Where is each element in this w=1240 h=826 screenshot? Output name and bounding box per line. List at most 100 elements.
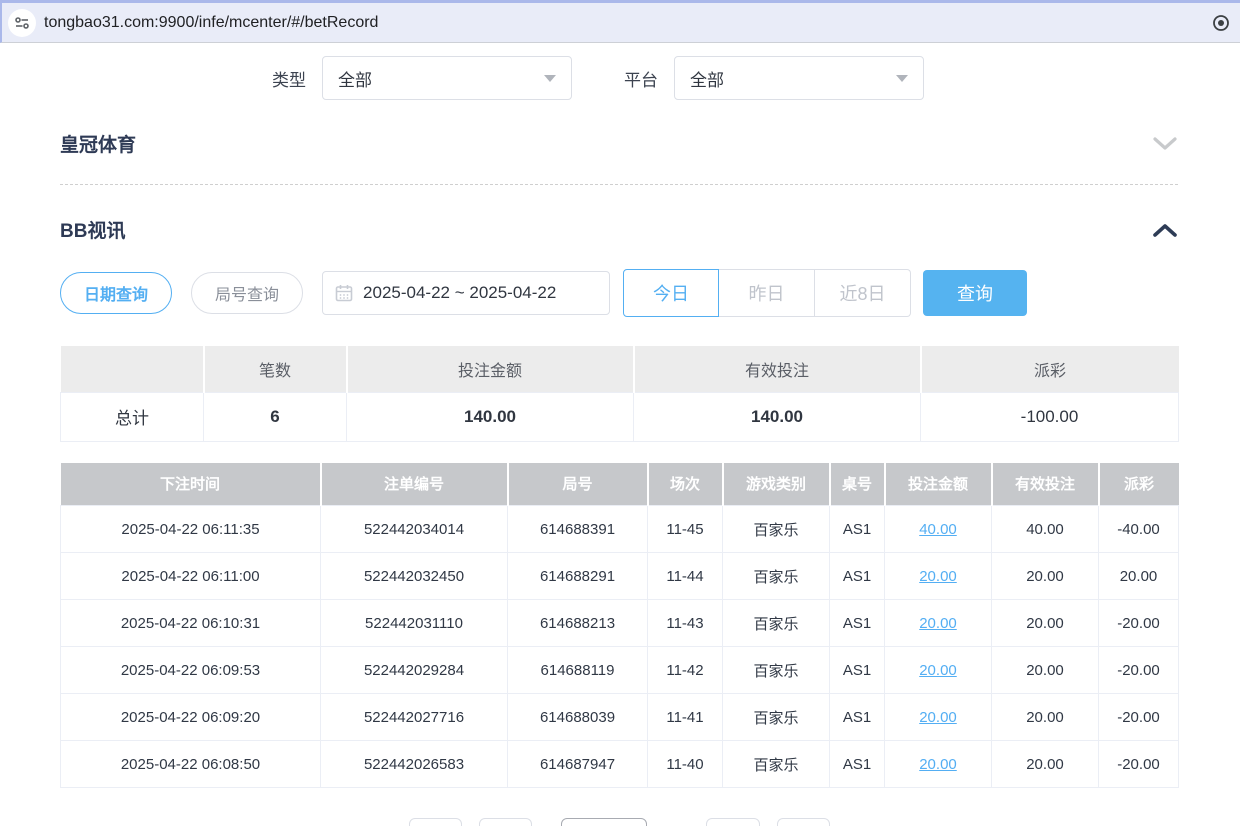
header-game-type: 游戏类别 xyxy=(723,463,830,506)
date-query-tab[interactable]: 日期查询 xyxy=(60,272,172,314)
header-bet-amount: 投注金额 xyxy=(885,463,992,506)
header-valid-bet: 有效投注 xyxy=(992,463,1099,506)
summary-header-row: 笔数 投注金额 有效投注 派彩 xyxy=(61,346,1179,392)
cell-round_no: 614688213 xyxy=(508,600,648,647)
cell-table_no: AS1 xyxy=(830,553,885,600)
header-table-no: 桌号 xyxy=(830,463,885,506)
summary-header-bet-amount: 投注金额 xyxy=(347,346,634,392)
url-text[interactable]: tongbao31.com:9900/infe/mcenter/#/betRec… xyxy=(44,14,1204,32)
cell-bet_time: 2025-04-22 06:11:00 xyxy=(61,553,321,600)
cell-bet_amount: 20.00 xyxy=(885,647,992,694)
bet-amount-link[interactable]: 20.00 xyxy=(919,756,957,773)
pagination-current-page[interactable] xyxy=(561,818,647,826)
cell-bet_time: 2025-04-22 06:09:53 xyxy=(61,647,321,694)
bet-table-body: 2025-04-22 06:11:35522442034014614688391… xyxy=(61,506,1179,788)
chevron-down-icon xyxy=(544,75,556,82)
cell-session: 11-41 xyxy=(648,694,723,741)
summary-bet-amount: 140.00 xyxy=(347,392,634,441)
cell-session: 11-44 xyxy=(648,553,723,600)
summary-valid-bet: 140.00 xyxy=(634,392,921,441)
browser-address-bar: tongbao31.com:9900/infe/mcenter/#/betRec… xyxy=(0,0,1240,43)
bet-record-table: 下注时间 注单编号 局号 场次 游戏类别 桌号 投注金额 有效投注 派彩 202… xyxy=(60,463,1179,789)
pagination xyxy=(60,818,1178,826)
cell-valid_bet: 20.00 xyxy=(992,741,1099,788)
cell-payout: -20.00 xyxy=(1099,694,1179,741)
target-icon[interactable] xyxy=(1212,14,1230,32)
summary-count: 6 xyxy=(204,392,347,441)
cell-game_type: 百家乐 xyxy=(723,600,830,647)
tune-icon xyxy=(14,15,30,31)
pagination-prev-button[interactable] xyxy=(479,818,532,826)
cell-bet_time: 2025-04-22 06:10:31 xyxy=(61,600,321,647)
summary-total-row: 总计 6 140.00 140.00 -100.00 xyxy=(61,392,1179,441)
table-row: 2025-04-22 06:09:20522442027716614688039… xyxy=(61,694,1179,741)
platform-select[interactable]: 全部 xyxy=(674,56,924,100)
cell-table_no: AS1 xyxy=(830,694,885,741)
cell-session: 11-45 xyxy=(648,506,723,553)
quick-range-group: 今日 昨日 近8日 xyxy=(623,269,911,317)
cell-order_no: 522442029284 xyxy=(321,647,508,694)
section-crown-sports[interactable]: 皇冠体育 xyxy=(60,130,1178,185)
chevron-up-icon[interactable] xyxy=(1152,222,1178,238)
summary-payout: -100.00 xyxy=(921,392,1179,441)
cell-bet_time: 2025-04-22 06:08:50 xyxy=(61,741,321,788)
chevron-down-icon[interactable] xyxy=(1152,136,1178,152)
today-button[interactable]: 今日 xyxy=(623,269,719,317)
pagination-last-button[interactable] xyxy=(777,818,830,826)
cell-table_no: AS1 xyxy=(830,600,885,647)
cell-round_no: 614688039 xyxy=(508,694,648,741)
pagination-next-button[interactable] xyxy=(706,818,760,826)
platform-label: 平台 xyxy=(624,66,658,91)
pagination-first-button[interactable] xyxy=(409,818,462,826)
cell-order_no: 522442026583 xyxy=(321,741,508,788)
type-select[interactable]: 全部 xyxy=(322,56,572,100)
cell-game_type: 百家乐 xyxy=(723,694,830,741)
section-bb-video[interactable]: BB视讯 xyxy=(60,216,1178,243)
section-title: BB视讯 xyxy=(60,216,125,243)
cell-round_no: 614688291 xyxy=(508,553,648,600)
cell-session: 11-42 xyxy=(648,647,723,694)
cell-payout: -20.00 xyxy=(1099,741,1179,788)
cell-bet_time: 2025-04-22 06:11:35 xyxy=(61,506,321,553)
summary-header-count: 笔数 xyxy=(204,346,347,392)
table-row: 2025-04-22 06:11:00522442032450614688291… xyxy=(61,553,1179,600)
table-row: 2025-04-22 06:09:53522442029284614688119… xyxy=(61,647,1179,694)
bet-amount-link[interactable]: 20.00 xyxy=(919,662,957,679)
bet-record-page: 类型 全部 平台 全部 皇冠体育 BB视讯 日期查询 局号查询 xyxy=(0,56,1240,826)
type-label: 类型 xyxy=(272,66,306,91)
cell-payout: -40.00 xyxy=(1099,506,1179,553)
cell-game_type: 百家乐 xyxy=(723,741,830,788)
round-query-tab[interactable]: 局号查询 xyxy=(191,272,303,314)
section-title: 皇冠体育 xyxy=(60,130,136,157)
summary-header-valid-bet: 有效投注 xyxy=(634,346,921,392)
header-round-no: 局号 xyxy=(508,463,648,506)
cell-round_no: 614688391 xyxy=(508,506,648,553)
table-row: 2025-04-22 06:08:50522442026583614687947… xyxy=(61,741,1179,788)
bet-amount-link[interactable]: 20.00 xyxy=(919,568,957,585)
filter-row: 类型 全部 平台 全部 xyxy=(60,56,1178,100)
summary-table: 笔数 投注金额 有效投注 派彩 总计 6 140.00 140.00 -100.… xyxy=(60,346,1179,442)
cell-round_no: 614687947 xyxy=(508,741,648,788)
summary-header-payout: 派彩 xyxy=(921,346,1179,392)
cell-bet_time: 2025-04-22 06:09:20 xyxy=(61,694,321,741)
bet-amount-link[interactable]: 20.00 xyxy=(919,615,957,632)
summary-header-blank xyxy=(61,346,204,392)
bet-amount-link[interactable]: 20.00 xyxy=(919,709,957,726)
cell-table_no: AS1 xyxy=(830,741,885,788)
search-button[interactable]: 查询 xyxy=(923,270,1027,316)
cell-order_no: 522442032450 xyxy=(321,553,508,600)
type-select-value: 全部 xyxy=(338,66,544,91)
cell-round_no: 614688119 xyxy=(508,647,648,694)
cell-payout: -20.00 xyxy=(1099,600,1179,647)
last8days-button[interactable]: 近8日 xyxy=(815,269,911,317)
date-range-input[interactable]: 2025-04-22 ~ 2025-04-22 xyxy=(322,271,610,315)
cell-game_type: 百家乐 xyxy=(723,553,830,600)
yesterday-button[interactable]: 昨日 xyxy=(719,269,815,317)
header-payout: 派彩 xyxy=(1099,463,1179,506)
cell-game_type: 百家乐 xyxy=(723,506,830,553)
site-settings-button[interactable] xyxy=(8,9,36,37)
cell-order_no: 522442031110 xyxy=(321,600,508,647)
bet-amount-link[interactable]: 40.00 xyxy=(919,521,957,538)
cell-table_no: AS1 xyxy=(830,647,885,694)
cell-table_no: AS1 xyxy=(830,506,885,553)
